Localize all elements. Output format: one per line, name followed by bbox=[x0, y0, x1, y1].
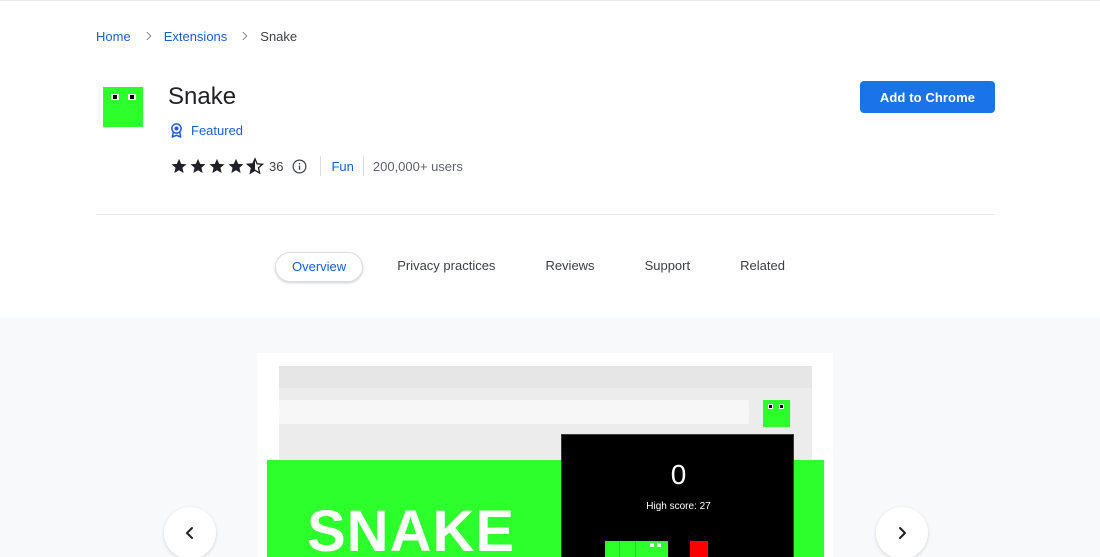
mock-icon-eye-right bbox=[779, 404, 784, 409]
featured-badge[interactable]: Featured bbox=[170, 123, 243, 138]
star-full-icon bbox=[171, 158, 187, 174]
chevron-right-icon bbox=[142, 31, 151, 41]
rating-count[interactable]: 36 bbox=[269, 159, 283, 174]
gallery-prev-button[interactable] bbox=[164, 507, 216, 557]
game-snake bbox=[605, 541, 668, 557]
add-to-chrome-button[interactable]: Add to Chrome bbox=[860, 81, 995, 113]
snake-eye-left bbox=[650, 543, 654, 547]
promo-banner-text: SNAKE bbox=[307, 499, 516, 557]
meta-divider bbox=[320, 156, 322, 176]
tab-bar: Overview Privacy practices Reviews Suppo… bbox=[275, 252, 801, 282]
meta-divider bbox=[362, 156, 364, 176]
category-link[interactable]: Fun bbox=[331, 159, 353, 174]
extension-meta: 36 Fun 200,000+ users bbox=[170, 156, 463, 176]
game-score: 0 bbox=[670, 459, 687, 490]
gallery-next-button[interactable] bbox=[876, 507, 928, 557]
tab-overview[interactable]: Overview bbox=[275, 252, 364, 282]
breadcrumb: Home Extensions Snake bbox=[96, 28, 297, 44]
screenshot-gallery: SNAKE 0 High score: 27 bbox=[0, 317, 1100, 557]
star-full-icon bbox=[209, 158, 225, 174]
tab-privacy-practices[interactable]: Privacy practices bbox=[381, 252, 511, 282]
tab-reviews[interactable]: Reviews bbox=[529, 252, 610, 282]
mock-extension-icon bbox=[763, 400, 790, 427]
award-badge-icon bbox=[171, 123, 182, 138]
tab-support[interactable]: Support bbox=[629, 252, 707, 282]
chevron-right-icon bbox=[239, 31, 248, 41]
page-title: Snake bbox=[168, 83, 237, 110]
gallery-slide: SNAKE 0 High score: 27 bbox=[257, 353, 833, 557]
star-full-icon bbox=[190, 158, 206, 174]
header-divider bbox=[96, 214, 995, 215]
user-count: 200,000+ users bbox=[372, 158, 463, 174]
star-full-icon bbox=[228, 158, 244, 174]
top-border bbox=[0, 0, 1100, 1]
breadcrumb-extensions-link[interactable]: Extensions bbox=[164, 29, 228, 44]
game-food bbox=[690, 541, 708, 557]
mock-address-bar bbox=[279, 400, 749, 424]
info-icon[interactable] bbox=[292, 159, 307, 174]
chevron-right-icon bbox=[899, 527, 906, 539]
breadcrumb-current: Snake bbox=[260, 28, 298, 44]
tab-related[interactable]: Related bbox=[724, 252, 801, 282]
logo-eye-right bbox=[128, 94, 136, 100]
mock-browser-tabstrip bbox=[279, 366, 812, 388]
snake-eye-right bbox=[657, 543, 661, 547]
featured-label: Featured bbox=[191, 123, 244, 138]
mock-icon-eye-left bbox=[768, 404, 773, 409]
game-popup: 0 High score: 27 bbox=[561, 434, 794, 557]
rating-stars bbox=[170, 157, 265, 175]
logo-eye-left bbox=[111, 94, 119, 100]
extension-logo bbox=[103, 87, 143, 127]
breadcrumb-home-link[interactable]: Home bbox=[96, 29, 131, 44]
chevron-left-icon bbox=[186, 527, 193, 539]
game-high-score: High score: 27 bbox=[646, 501, 711, 512]
star-half-icon bbox=[246, 157, 264, 175]
